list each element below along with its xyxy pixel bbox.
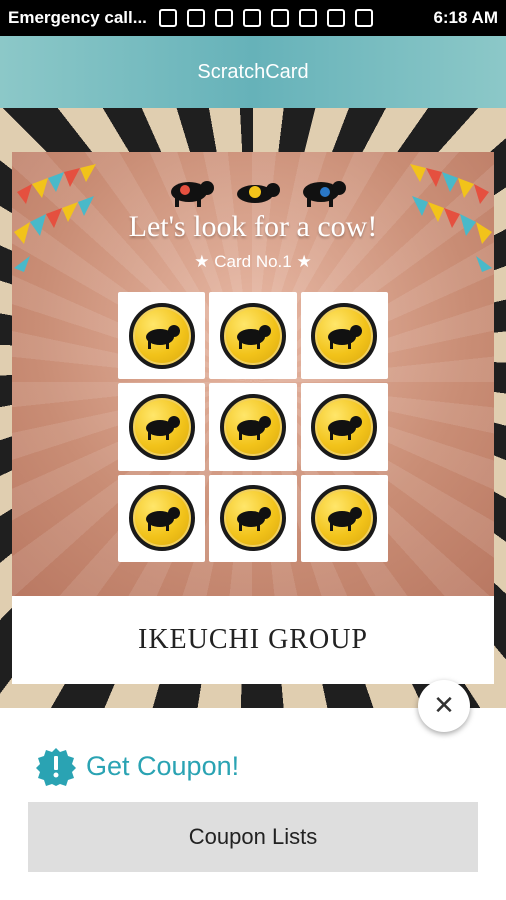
brand-name: IKEUCHI GROUP xyxy=(138,624,368,655)
scratch-card-scene: Let's look for a cow! ★ Card No.1 ★ IKEU… xyxy=(0,108,506,708)
scratch-card[interactable]: Let's look for a cow! ★ Card No.1 ★ xyxy=(12,152,494,596)
cows-illustration xyxy=(162,172,352,212)
cow-icon xyxy=(237,183,280,203)
cow-coin-icon xyxy=(219,302,286,369)
status-time: 6:18 AM xyxy=(433,8,498,27)
cow-coin-icon xyxy=(219,485,286,552)
scratch-cell[interactable] xyxy=(300,292,388,380)
wifi-icon xyxy=(270,9,289,27)
scratch-cell[interactable] xyxy=(300,383,388,471)
card-heading: Let's look for a cow! xyxy=(128,210,378,243)
scratch-cell[interactable] xyxy=(209,383,297,471)
scratch-cell[interactable] xyxy=(209,292,297,380)
get-coupon-row: Get Coupon! xyxy=(36,745,239,787)
clipboard-icon xyxy=(186,9,205,27)
scratch-cell[interactable] xyxy=(300,474,388,562)
close-button[interactable]: ✕ xyxy=(418,680,470,732)
get-coupon-label: Get Coupon! xyxy=(86,750,240,781)
status-carrier-text: Emergency call... xyxy=(8,8,147,27)
app-title: ScratchCard xyxy=(197,60,309,83)
mute-icon xyxy=(242,9,261,27)
cow-icon xyxy=(303,181,346,207)
status-icons xyxy=(158,9,373,27)
notification-icon xyxy=(158,9,177,27)
battery-icon xyxy=(354,9,373,27)
bluetooth-icon xyxy=(214,9,233,27)
card-number: ★ Card No.1 ★ xyxy=(194,252,312,271)
sim-icon xyxy=(298,9,317,27)
exclamation-badge-icon xyxy=(36,748,76,786)
scratch-cell[interactable] xyxy=(118,383,206,471)
cow-coin-icon xyxy=(311,302,378,369)
scratch-cell[interactable] xyxy=(118,292,206,380)
cow-coin-icon xyxy=(128,302,195,369)
cow-coin-icon xyxy=(128,393,195,460)
cow-coin-icon xyxy=(219,393,286,460)
close-icon: ✕ xyxy=(433,691,455,721)
brand-banner: IKEUCHI GROUP xyxy=(12,596,494,684)
coupon-lists-button[interactable]: Coupon Lists xyxy=(28,802,478,872)
cow-coin-icon xyxy=(311,485,378,552)
scratch-cell[interactable] xyxy=(118,474,206,562)
cow-coin-icon xyxy=(311,393,378,460)
cow-coin-icon xyxy=(128,485,195,552)
app-title-bar: ScratchCard xyxy=(0,36,506,108)
signal-icon xyxy=(326,9,345,27)
status-bar: Emergency call... 6:18 AM xyxy=(0,0,506,36)
scratch-cell[interactable] xyxy=(209,474,297,562)
cow-icon xyxy=(171,181,214,207)
scratch-grid xyxy=(118,292,388,562)
